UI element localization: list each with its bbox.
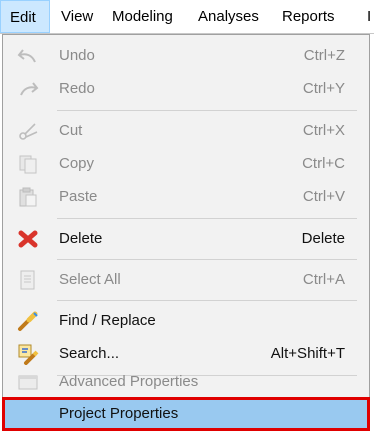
menu-item-find-replace[interactable]: Find / Replace <box>3 304 369 337</box>
highlight-box <box>2 397 370 431</box>
menu-next-truncated[interactable]: I <box>367 0 371 33</box>
menu-item-paste[interactable]: Paste Ctrl+V <box>3 180 369 213</box>
find-replace-icon <box>17 310 39 332</box>
menu-edit[interactable]: Edit <box>0 0 50 33</box>
menu-item-shortcut: Ctrl+A <box>302 271 345 288</box>
menu-item-shortcut: Ctrl+X <box>302 122 345 139</box>
menu-item-label: Undo <box>59 47 95 64</box>
select-all-icon <box>17 269 39 291</box>
menu-item-redo[interactable]: Redo Ctrl+Y <box>3 72 369 105</box>
menu-item-cut[interactable]: Cut Ctrl+X <box>3 114 369 147</box>
menu-item-shortcut: Ctrl+Y <box>302 80 345 97</box>
menu-separator <box>57 259 357 260</box>
menu-item-label: Cut <box>59 122 83 139</box>
menu-view[interactable]: View <box>61 0 93 33</box>
menu-item-select-all[interactable]: Select All Ctrl+A <box>3 263 369 296</box>
menu-bar: Edit View Modeling Analyses Reports I <box>0 0 374 34</box>
menu-separator <box>57 218 357 219</box>
menu-item-copy[interactable]: Copy Ctrl+C <box>3 147 369 180</box>
menu-separator <box>57 110 357 111</box>
advanced-properties-icon <box>17 371 39 393</box>
menu-modeling[interactable]: Modeling <box>112 0 173 33</box>
redo-icon <box>17 78 39 100</box>
menu-item-label: Delete <box>59 230 103 247</box>
cut-icon <box>17 120 39 142</box>
menu-item-shortcut: Ctrl+V <box>302 188 345 205</box>
menu-item-delete[interactable]: Delete Delete <box>3 222 369 255</box>
menu-item-label: Redo <box>59 80 95 97</box>
menu-item-label: Select All <box>59 271 121 288</box>
menu-item-undo[interactable]: Undo Ctrl+Z <box>3 39 369 72</box>
menu-item-advanced-properties[interactable]: Advanced Properties <box>3 365 369 398</box>
menu-item-shortcut: Ctrl+Z <box>303 47 345 64</box>
menu-item-shortcut: Delete <box>301 230 345 247</box>
menu-item-shortcut: Ctrl+C <box>302 155 345 172</box>
menu-item-label: Find / Replace <box>59 312 156 329</box>
menu-reports[interactable]: Reports <box>282 0 335 33</box>
menu-item-label: Copy <box>59 155 95 172</box>
copy-icon <box>17 153 39 175</box>
menu-item-label: Paste <box>59 188 98 205</box>
menu-separator <box>57 300 357 301</box>
edit-menu-dropdown: Undo Ctrl+Z Redo Ctrl+Y Cut Ctrl+X Copy … <box>2 34 370 431</box>
search-icon <box>17 343 39 365</box>
undo-icon <box>17 45 39 67</box>
menu-analyses[interactable]: Analyses <box>198 0 259 33</box>
menu-item-label: Advanced Properties <box>59 373 199 390</box>
delete-icon <box>17 228 39 250</box>
paste-icon <box>17 186 39 208</box>
